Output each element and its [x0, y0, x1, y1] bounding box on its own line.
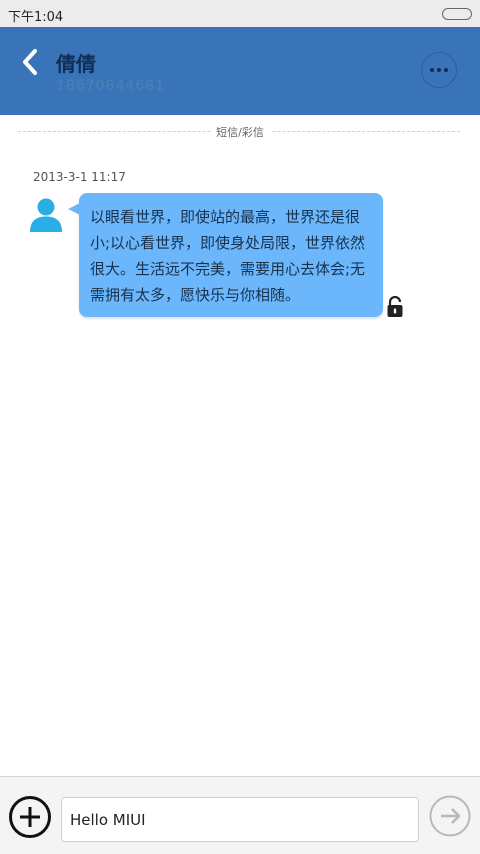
send-button[interactable]: [428, 794, 472, 838]
back-arrow-icon: [23, 49, 37, 75]
add-attachment-button[interactable]: [8, 795, 52, 839]
status-time: 下午1:04: [8, 10, 64, 25]
message-bubble[interactable]: 以眼看世界，即使站的最高，世界还是很小;以心看世界，即使身处局限，世界依然很大。…: [79, 193, 383, 317]
message-text: 以眼看世界，即使站的最高，世界还是很小;以心看世界，即使身处局限，世界依然很大。…: [90, 208, 366, 304]
message-timestamp: 2013-3-1 11:17: [33, 170, 126, 184]
conversation-header: 倩倩 18670844681: [0, 27, 480, 115]
battery-icon: [442, 8, 472, 20]
status-bar: 下午1:04: [0, 0, 480, 27]
lock-icon[interactable]: [386, 295, 404, 318]
send-arrow-icon: [429, 795, 471, 837]
contact-name: 倩倩: [56, 52, 96, 76]
composer-bar: [0, 776, 480, 854]
more-options-button[interactable]: [421, 52, 457, 88]
divider-label: 短信/彩信: [210, 126, 270, 139]
contact-avatar-icon[interactable]: [28, 196, 64, 234]
add-icon: [9, 796, 51, 838]
message-input[interactable]: [61, 797, 419, 842]
sms-mms-divider: 短信/彩信: [0, 122, 480, 142]
back-button[interactable]: [14, 45, 48, 79]
contact-number: 18670844681: [56, 78, 165, 94]
